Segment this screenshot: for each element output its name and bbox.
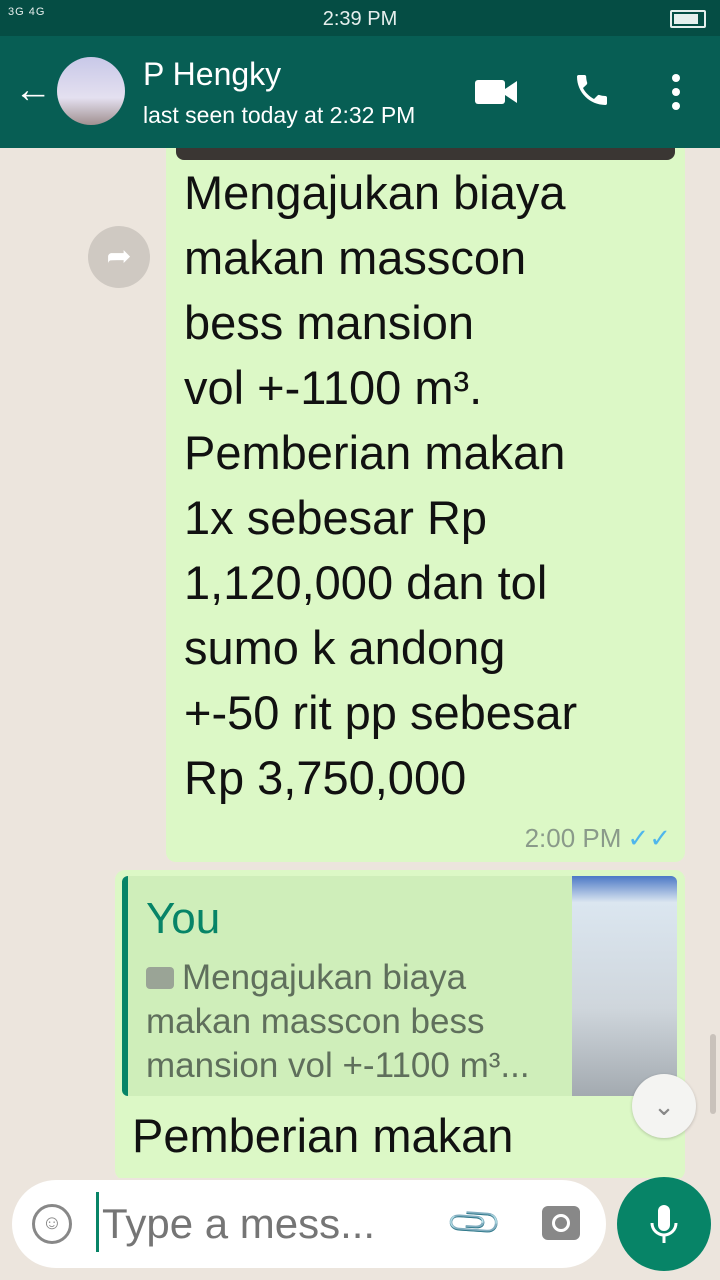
quote-text-content: Mengajukan biaya makan masscon bess mans… — [146, 958, 530, 1085]
message-bubble-outgoing[interactable]: Mengajukan biaya makan masscon bess mans… — [166, 148, 685, 862]
quote-author: You — [146, 894, 221, 943]
text-cursor — [96, 1192, 99, 1252]
clock: 2:39 PM — [322, 8, 398, 30]
message-bubble-reply[interactable]: You Mengajukan biaya makan masscon bess … — [115, 870, 685, 1178]
chat-header: ← P Hengky last seen today at 2:32 PM — [0, 36, 720, 148]
video-call-icon[interactable] — [474, 72, 518, 112]
double-check-icon: ✓✓ — [627, 823, 671, 853]
quote-text: Mengajukan biaya makan masscon bess mans… — [146, 956, 556, 1088]
phone-call-icon[interactable] — [572, 70, 612, 110]
attach-icon[interactable]: 📎 — [444, 1192, 505, 1253]
message-text: Mengajukan biaya makan masscon bess mans… — [184, 166, 578, 804]
contact-name[interactable]: P Hengky — [143, 56, 281, 93]
forward-icon[interactable]: ➦ — [88, 226, 150, 288]
status-bar: 3G 4G 2:39 PM — [0, 0, 720, 36]
camera-icon — [146, 967, 174, 989]
back-arrow-icon[interactable]: ← — [14, 70, 52, 110]
mic-icon — [650, 1205, 678, 1243]
scrollbar[interactable] — [710, 1034, 716, 1114]
battery-icon — [670, 10, 706, 28]
emoji-icon[interactable]: ☺ — [32, 1204, 72, 1244]
scroll-down-icon[interactable]: ⌄ — [632, 1074, 696, 1138]
message-composer: ☺ 📎 — [12, 1180, 606, 1268]
camera-icon[interactable] — [542, 1206, 580, 1240]
quoted-message[interactable]: You Mengajukan biaya makan masscon bess … — [122, 876, 677, 1096]
chat-area[interactable]: ➦ Mengajukan biaya makan masscon bess ma… — [0, 148, 720, 1178]
time-text: 2:00 PM — [524, 823, 622, 853]
message-text: Pemberian makan — [132, 1109, 514, 1162]
message-time: 2:00 PM ✓✓ — [525, 823, 671, 854]
image-attachment[interactable] — [176, 148, 675, 160]
quote-thumbnail — [572, 876, 677, 1096]
mic-button[interactable] — [617, 1177, 711, 1271]
message-input[interactable] — [102, 1200, 422, 1248]
avatar[interactable] — [57, 57, 125, 125]
last-seen: last seen today at 2:32 PM — [143, 102, 416, 128]
more-options-icon[interactable] — [668, 72, 684, 112]
